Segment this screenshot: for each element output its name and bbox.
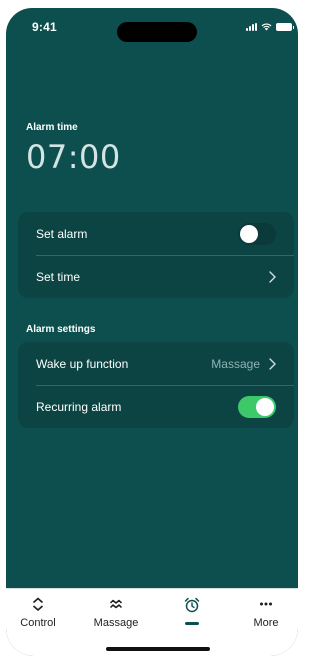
set-alarm-toggle[interactable] [238, 222, 276, 245]
recurring-alarm-label: Recurring alarm [36, 399, 122, 414]
active-tab-indicator [185, 622, 199, 625]
battery-icon [276, 23, 294, 31]
tab-massage-label: Massage [93, 617, 139, 629]
set-time-label: Set time [36, 269, 81, 284]
tab-more[interactable]: More [234, 589, 298, 639]
chevron-right-icon [269, 357, 276, 370]
status-time: 9:41 [32, 20, 57, 34]
set-time-row[interactable]: Set time [18, 255, 294, 298]
recurring-alarm-toggle[interactable] [238, 395, 276, 418]
alarm-settings-card: Wake up function Massage Recurring alarm [18, 342, 294, 428]
wake-up-function-value: Massage [211, 356, 260, 371]
alarm-settings-title: Alarm settings [26, 324, 96, 335]
alarm-time-label: Alarm time [26, 122, 78, 133]
massage-waves-icon [109, 599, 123, 609]
set-alarm-label: Set alarm [36, 226, 88, 241]
chevron-right-icon [269, 270, 276, 283]
tab-bar: Control Massage More [6, 588, 298, 656]
status-icons [246, 23, 294, 31]
tab-massage[interactable]: Massage [84, 589, 148, 639]
toggle-knob [256, 397, 274, 416]
wifi-icon [261, 23, 272, 31]
chevron-updown-icon [32, 597, 44, 611]
tab-control[interactable]: Control [6, 589, 70, 639]
alarm-card: Set alarm Set time [18, 212, 294, 298]
wake-up-function-row[interactable]: Wake up function Massage [18, 342, 294, 385]
camera-notch [117, 22, 197, 42]
wake-up-value-group: Massage [211, 357, 276, 371]
set-alarm-row: Set alarm [18, 212, 294, 255]
more-dots-icon [260, 602, 272, 606]
alarm-time-value: 07:00 [26, 138, 121, 176]
recurring-alarm-row: Recurring alarm [18, 385, 294, 428]
alarm-clock-icon [184, 597, 200, 613]
tab-control-label: Control [20, 617, 56, 629]
home-indicator [106, 647, 210, 651]
toggle-knob [240, 224, 258, 243]
signal-icon [246, 23, 257, 31]
wake-up-function-label: Wake up function [36, 356, 129, 371]
status-bar: 9:41 [6, 8, 298, 52]
tab-alarm[interactable] [160, 589, 224, 639]
tab-more-label: More [253, 617, 279, 629]
app-screen: 9:41 Alarm time 07:00 Set alarm Set time [6, 8, 298, 656]
